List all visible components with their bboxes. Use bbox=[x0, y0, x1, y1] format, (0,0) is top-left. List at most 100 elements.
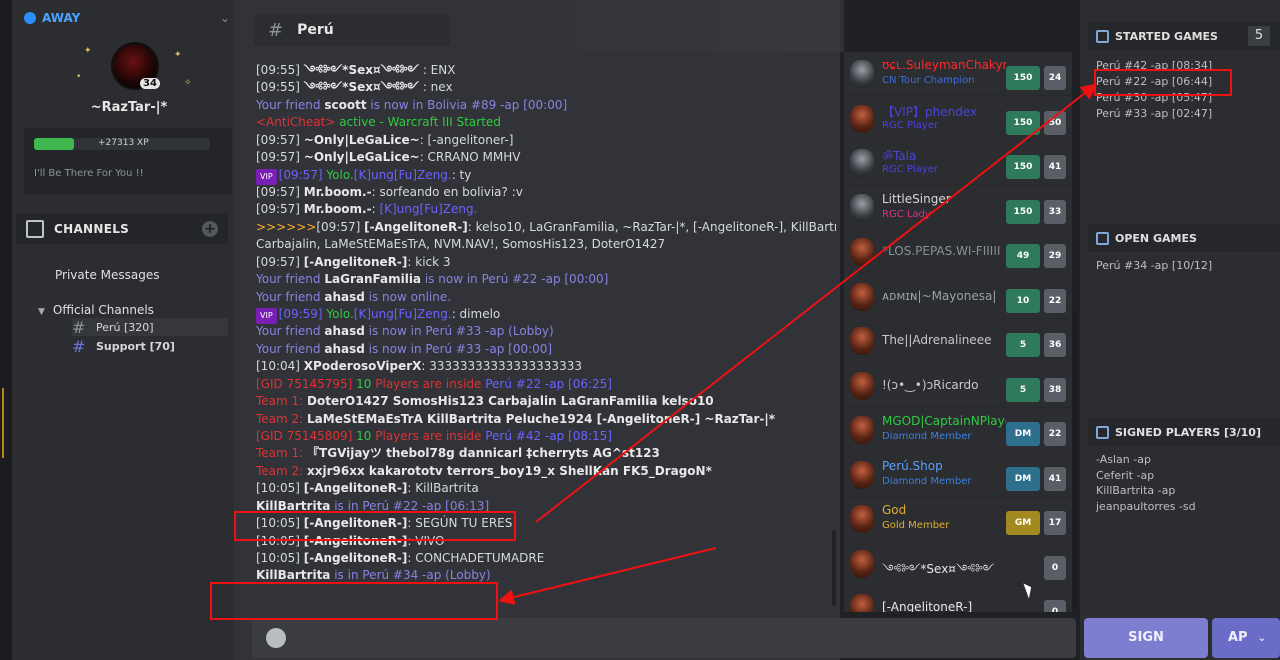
user-row[interactable]: ༺༻*Sex¤༺༻ 0 bbox=[844, 542, 1072, 586]
user-level-badge: 150 bbox=[1006, 66, 1040, 90]
channel-item-peru[interactable]: # Perú [320] bbox=[72, 317, 228, 337]
chat-message: Your friend ahasd is now in Perú #33 -ap… bbox=[256, 323, 554, 339]
status-selector[interactable]: AWAY ⌄ bbox=[24, 8, 230, 28]
ap-dropdown-button[interactable]: AP ⌄ bbox=[1212, 618, 1280, 658]
user-row[interactable]: ᴀᴅᴍɪɴ|~Mayonesa| 10 22 bbox=[844, 275, 1072, 319]
message-segment: [-AngelitoneR-] bbox=[303, 481, 408, 496]
message-input[interactable] bbox=[252, 618, 1076, 658]
chat-message: [10:05] [-AngelitoneR-]: CONCHADETUMADRE bbox=[256, 550, 544, 566]
emoji-icon[interactable] bbox=[266, 628, 286, 648]
chat-message: Carbajalin, LaMeStEMaEsTrA, NVM.NAV!, So… bbox=[256, 236, 665, 252]
message-segment: [09:57] bbox=[256, 254, 304, 269]
user-row[interactable]: MGOD|CaptainNPlayer Diamond Member DM 22 bbox=[844, 408, 1072, 452]
user-avatar-icon bbox=[850, 60, 874, 88]
started-games-title: STARTED GAMES bbox=[1115, 29, 1218, 43]
user-row[interactable]: The||Adrenalineee 5 36 bbox=[844, 319, 1072, 363]
message-segment: <AntiCheat> bbox=[256, 115, 340, 130]
user-count-badge: 0 bbox=[1044, 555, 1066, 580]
chat-message: VIP [09:57] Yolo.[K]ung[Fu]Zeng.: ty bbox=[256, 167, 471, 185]
chat-message: <AntiCheat> active - Warcraft III Starte… bbox=[256, 114, 501, 130]
message-segment: Team 2: bbox=[256, 463, 308, 478]
user-row[interactable]: LittleSinger RGC Lady 150 33 bbox=[844, 186, 1072, 230]
user-level-badge: DM bbox=[1006, 422, 1040, 446]
user-row[interactable]: ॐTala RGC Player 150 41 bbox=[844, 141, 1072, 185]
chat-panel: # Perú [09:55] ༺༻*Sex¤༺༻ : ENX [09:55] ༺༻… bbox=[234, 0, 844, 660]
user-name: LittleSinger bbox=[882, 191, 951, 206]
channels-header: CHANNELS + bbox=[16, 214, 228, 244]
user-avatar-icon bbox=[850, 327, 874, 355]
decoration-icon: • bbox=[76, 72, 82, 82]
message-segment: scoott bbox=[324, 97, 367, 112]
message-segment: Your friend bbox=[256, 272, 325, 287]
player-item[interactable]: -Aslan -ap bbox=[1096, 452, 1196, 468]
message-segment: [-AngelitoneR-] bbox=[303, 551, 408, 566]
message-segment: is now in Perú #22 -ap [00:00] bbox=[421, 272, 609, 287]
user-count-badge: 29 bbox=[1044, 244, 1066, 268]
chat-message: [GID 75145795] 10 Players are inside Per… bbox=[256, 376, 612, 392]
user-name: MGOD|CaptainNPlayer bbox=[882, 414, 1006, 428]
user-count-badge: 22 bbox=[1044, 422, 1066, 446]
xp-text: +27313 XP bbox=[98, 138, 149, 148]
message-segment: Team 2: bbox=[256, 411, 308, 426]
status-dot-icon bbox=[24, 12, 36, 24]
user-avatar-icon bbox=[850, 193, 874, 222]
games-panel: STARTED GAMES 5 Perú #42 -ap [08:34] Per… bbox=[1080, 0, 1280, 660]
message-segment: is now in Bolivia #89 -ap [00:00] bbox=[366, 97, 568, 112]
player-item[interactable]: jeanpaultorres -sd bbox=[1096, 499, 1196, 515]
user-row[interactable]: [-AngelitoneR-] 0 bbox=[844, 586, 1072, 612]
user-row[interactable]: ʊɕʟ.SuleymanChakyr CN Tour Champion 150 24 bbox=[844, 52, 1072, 96]
user-avatar-icon bbox=[850, 282, 874, 311]
user-list[interactable]: ʊɕʟ.SuleymanChakyr CN Tour Champion 150 24 【… bbox=[844, 52, 1072, 612]
add-channel-icon[interactable]: + bbox=[202, 221, 218, 237]
private-messages-link[interactable]: Private Messages bbox=[55, 268, 160, 282]
signed-players-header: SIGNED PLAYERS [3/10] bbox=[1088, 418, 1280, 446]
sign-button[interactable]: SIGN bbox=[1084, 618, 1208, 658]
message-segment: is now in Perú #33 -ap [00:00] bbox=[364, 341, 553, 356]
message-segment: : kick 3 bbox=[407, 254, 451, 269]
game-item[interactable]: Perú #33 -ap [02:47] bbox=[1096, 106, 1212, 122]
user-row[interactable]: God Gold Member GM 17 bbox=[844, 497, 1072, 541]
official-channels-group[interactable]: ▼ Official Channels bbox=[38, 303, 154, 317]
user-level-badge: 150 bbox=[1006, 110, 1040, 135]
channels-icon bbox=[26, 220, 44, 238]
chat-message: [09:55] ༺༻*Sex¤༺༻ : ENX bbox=[256, 62, 455, 78]
chevron-down-icon: ⌄ bbox=[1257, 633, 1266, 644]
message-segment: Mr.boom.- bbox=[303, 185, 372, 199]
user-row[interactable]: *LOS.PEPAS.WI-FIIIII 49 29 bbox=[844, 230, 1072, 274]
channel-item-support[interactable]: # Support [70] bbox=[72, 337, 228, 356]
signed-players-list: -Aslan -ap Ceferit -ap KillBartrita -ap … bbox=[1096, 452, 1196, 514]
message-segment: XPoderosoViperX bbox=[303, 359, 422, 374]
user-role: Diamond Member bbox=[882, 475, 972, 487]
chat-message: >>>>>>[09:57] [-AngelitoneR-]: kelso10, … bbox=[256, 219, 836, 235]
message-segment: [09:55] bbox=[256, 80, 304, 95]
player-item[interactable]: Ceferit -ap bbox=[1096, 468, 1196, 484]
hash-icon: # bbox=[72, 317, 86, 337]
user-name: *LOS.PEPAS.WI-FIIIII bbox=[882, 244, 1001, 258]
chat-scrollbar[interactable] bbox=[832, 530, 836, 606]
message-segment: ~Only|LeGaLice~ bbox=[303, 150, 420, 165]
user-level-badge: 150 bbox=[1006, 199, 1040, 224]
message-segment: : ENX bbox=[419, 63, 456, 77]
message-segment: [10:04] bbox=[256, 359, 304, 374]
message-segment: ~Only|LeGaLice~ bbox=[303, 132, 420, 147]
user-row[interactable]: !(ɔ•‿•)ɔRicardo 5 38 bbox=[844, 364, 1072, 408]
signed-players-title: SIGNED PLAYERS [3/10] bbox=[1115, 425, 1261, 439]
message-segment: [09:57] bbox=[256, 150, 304, 165]
user-level-badge: 49 bbox=[1006, 244, 1040, 268]
message-segment: : KillBartrita bbox=[407, 481, 479, 496]
game-item[interactable]: Perú #34 -ap [10/12] bbox=[1096, 258, 1212, 274]
user-count-badge: 50 bbox=[1044, 110, 1066, 135]
chat-message: [09:57] Mr.boom.-: [K]ung[Fu]Zeng. bbox=[256, 201, 477, 217]
message-segment: Team 1: bbox=[256, 394, 308, 409]
chat-message: [10:04] XPoderosoViperX: 333333333333333… bbox=[256, 358, 582, 374]
user-row[interactable]: Perú.Shop Diamond Member DM 41 bbox=[844, 453, 1072, 497]
chat-message: [10:05] [-AngelitoneR-]: KillBartrita bbox=[256, 480, 479, 496]
message-segment: Mr.boom.- bbox=[303, 202, 372, 217]
annotation-box-3 bbox=[1094, 69, 1232, 96]
user-list-scrollbar[interactable] bbox=[1072, 310, 1078, 610]
player-item[interactable]: KillBartrita -ap bbox=[1096, 483, 1196, 499]
message-segment: [09:57] bbox=[256, 202, 304, 217]
user-row[interactable]: 【VIP】phendex RGC Player 150 50 bbox=[844, 97, 1072, 141]
decoration-icon: ✦ bbox=[174, 50, 182, 60]
expand-arrow-icon: ▼ bbox=[38, 307, 45, 317]
